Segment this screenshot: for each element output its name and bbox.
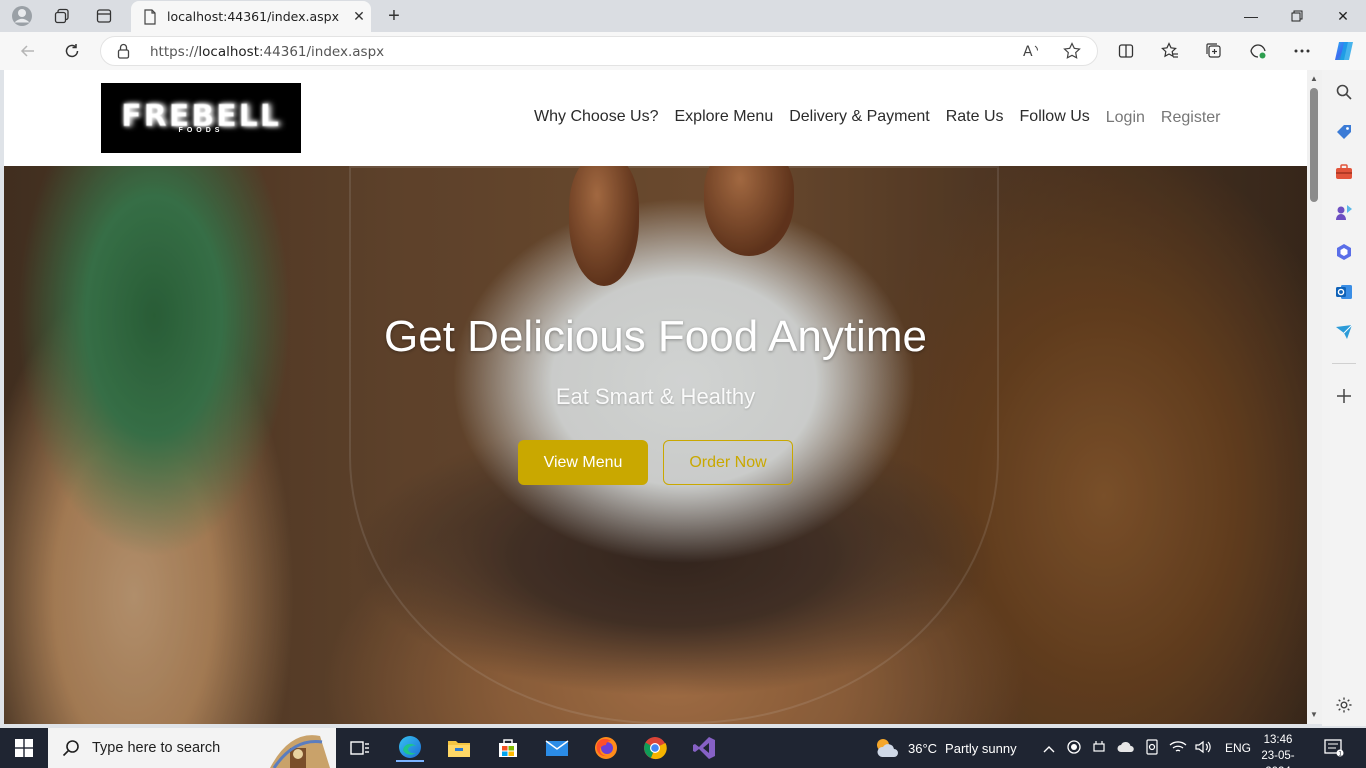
read-aloud-icon[interactable]: A [1023,43,1041,64]
notifications-icon[interactable]: 1 [1324,728,1344,768]
workspaces-icon[interactable] [49,4,75,28]
shopping-tag-icon[interactable] [1333,121,1355,143]
partly-sunny-icon [877,739,898,757]
favorites-icon[interactable] [1156,38,1184,64]
visual-studio-icon[interactable] [690,734,718,762]
send-icon[interactable] [1333,321,1355,343]
favorite-star-icon[interactable] [1063,42,1081,65]
system-tray-icons: ENG [1043,728,1251,768]
vertical-tabs-icon[interactable] [91,4,117,28]
tab-strip: localhost:44361/index.aspx ✕ + — ✕ [0,0,1366,32]
view-menu-button[interactable]: View Menu [518,440,648,485]
clock-date: 23-05-2024 [1261,750,1295,768]
site-navbar: FREBELL FOODS Why Choose Us? Explore Men… [4,70,1307,166]
order-now-button[interactable]: Order Now [663,440,793,485]
new-tab-icon[interactable]: + [382,4,406,28]
taskbar-clock[interactable]: 13:46 23-05-2024 [1252,732,1304,768]
tab-close-icon[interactable]: ✕ [347,8,371,25]
nav-explore-menu[interactable]: Explore Menu [675,108,774,127]
collections-icon[interactable] [1200,38,1228,64]
nav-login[interactable]: Login [1106,109,1145,127]
nav-follow-us[interactable]: Follow Us [1020,108,1090,127]
split-screen-icon[interactable] [1112,38,1140,64]
minimize-icon[interactable]: — [1228,0,1274,32]
svg-text:1: 1 [1338,751,1342,758]
windows-taskbar: Type here to search 36°C Partly sunny EN… [0,728,1366,768]
nav-why-choose-us[interactable]: Why Choose Us? [534,108,659,127]
page-icon [144,8,156,25]
weather-temperature: 36°C [908,740,938,756]
search-placeholder: Type here to search [92,740,221,756]
microsoft-store-icon[interactable] [494,734,522,762]
hero-section: Get Delicious Food Anytime Eat Smart & H… [4,166,1307,724]
scroll-up-icon[interactable]: ▲ [1310,74,1318,83]
page-viewport: FREBELL FOODS Why Choose Us? Explore Men… [4,70,1307,724]
file-explorer-icon[interactable] [445,734,473,762]
record-icon[interactable] [1067,739,1081,757]
taskbar-search[interactable]: Type here to search [48,728,336,768]
address-bar[interactable]: https://localhost:44361/index.aspx A [100,36,1098,66]
more-options-icon[interactable] [1288,38,1316,64]
meet-now-icon[interactable] [1145,738,1159,758]
tab-title: localhost:44361/index.aspx [167,9,339,24]
search-highlight-image [270,735,330,768]
scroll-thumb[interactable] [1310,88,1318,202]
site-logo[interactable]: FREBELL FOODS [101,83,301,153]
firefox-icon[interactable] [592,734,620,762]
microsoft-365-icon[interactable] [1333,241,1355,263]
browser-toolbar: https://localhost:44361/index.aspx A [0,32,1366,70]
weather-description: Partly sunny [945,740,1017,756]
sidebar-divider [1332,363,1356,364]
profile-icon[interactable] [9,4,35,28]
edge-sidebar [1322,70,1366,726]
mail-icon[interactable] [543,734,571,762]
hero-overlay [4,166,1307,724]
nav-links: Why Choose Us? Explore Menu Delivery & P… [534,108,1236,127]
hero-title: Get Delicious Food Anytime [384,312,927,361]
outlook-icon[interactable] [1333,281,1355,303]
refresh-icon[interactable] [58,38,86,64]
games-icon[interactable] [1333,201,1355,223]
task-view-icon[interactable] [346,734,374,762]
back-icon[interactable] [14,38,42,64]
nav-rate-us[interactable]: Rate Us [946,108,1004,127]
chrome-icon[interactable] [641,734,669,762]
battery-plug-icon[interactable] [1091,740,1107,757]
browser-tab[interactable]: localhost:44361/index.aspx ✕ [131,1,371,32]
url-text: https://localhost:44361/index.aspx [150,44,385,60]
logo-brand: FREBELL [121,98,281,134]
browser-essentials-icon[interactable] [1244,38,1272,64]
weather-widget[interactable]: 36°C Partly sunny [874,728,1017,768]
close-window-icon[interactable]: ✕ [1320,0,1366,32]
chevron-up-icon[interactable] [1043,741,1055,756]
restore-icon[interactable] [1274,0,1320,32]
search-icon[interactable] [1333,81,1355,103]
hero-tagline: Eat Smart & Healthy [555,384,756,409]
lock-icon[interactable] [117,43,130,64]
language-indicator[interactable]: ENG [1225,741,1251,755]
copilot-icon[interactable] [1330,38,1358,64]
scroll-down-icon[interactable]: ▼ [1310,710,1318,719]
wifi-icon[interactable] [1169,740,1187,757]
nav-delivery-payment[interactable]: Delivery & Payment [789,108,930,127]
svg-text:A: A [1023,44,1033,59]
edge-taskbar-icon[interactable] [396,734,424,762]
nav-register[interactable]: Register [1161,109,1221,127]
search-icon [62,740,79,757]
add-icon[interactable] [1333,385,1355,407]
page-scrollbar[interactable]: ▲ ▼ [1307,70,1322,724]
volume-icon[interactable] [1195,740,1213,757]
settings-gear-icon[interactable] [1333,694,1355,716]
clock-time: 13:46 [1263,734,1293,746]
tools-icon[interactable] [1333,161,1355,183]
windows-start-icon[interactable] [0,728,48,768]
onedrive-cloud-icon[interactable] [1117,741,1135,756]
